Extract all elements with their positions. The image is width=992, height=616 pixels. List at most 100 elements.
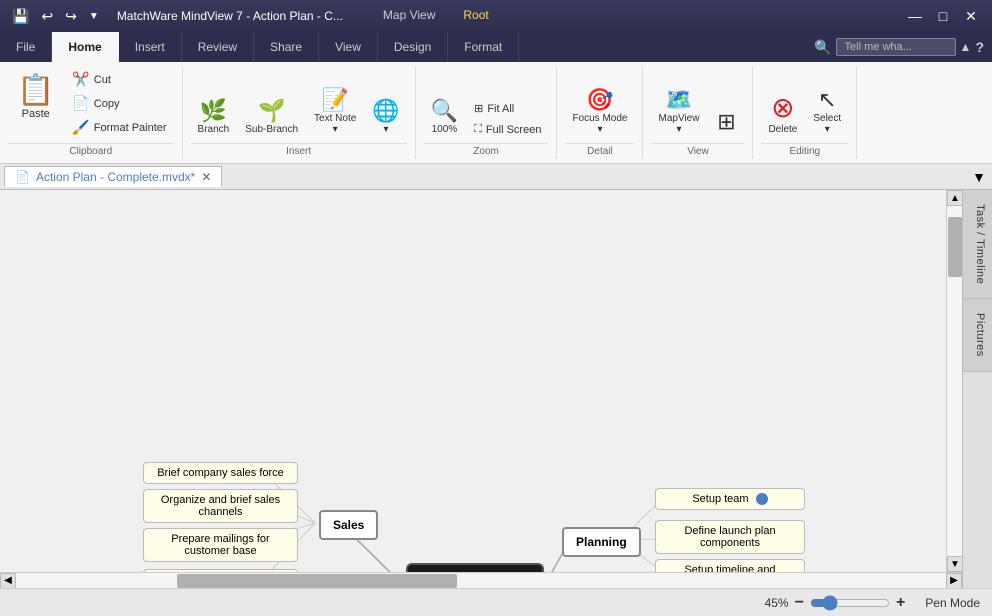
- tab-format[interactable]: Format: [448, 32, 519, 62]
- window-controls: — □ ✕: [902, 5, 984, 27]
- format-painter-icon: 🖌️: [72, 119, 89, 136]
- clipboard-buttons: 📋 Paste ✂️ Cut 📄 Copy 🖌️: [8, 68, 174, 139]
- minimize-button[interactable]: —: [902, 5, 928, 27]
- save-button[interactable]: 💾: [8, 6, 33, 27]
- zoom-minus-button[interactable]: −: [795, 594, 804, 612]
- scroll-thumb[interactable]: [948, 217, 962, 277]
- ribbon-expand-icon[interactable]: ▲: [960, 40, 972, 54]
- leaf-sales-2[interactable]: Organize and brief saleschannels: [143, 489, 298, 523]
- right-sidebar: Task / Timeline Pictures: [962, 190, 992, 588]
- tab-insert[interactable]: Insert: [119, 32, 182, 62]
- view-items: 🗺️ MapView▾ ⊞: [651, 68, 744, 139]
- status-bar: 45% − + Pen Mode: [0, 588, 992, 616]
- fit-all-button[interactable]: ⊞ Fit All: [467, 99, 548, 118]
- clipboard-group: 📋 Paste ✂️ Cut 📄 Copy 🖌️: [0, 66, 183, 159]
- doc-close-button[interactable]: ✕: [201, 170, 211, 184]
- close-button[interactable]: ✕: [958, 5, 984, 27]
- detail-items: 🎯 Focus Mode▾: [565, 68, 634, 139]
- focus-icon: 🎯: [586, 89, 613, 111]
- ribbon-search-input[interactable]: [836, 38, 956, 56]
- leaf-sales-4[interactable]: Organize online sales: [143, 569, 298, 572]
- editing-group: ⊗ Delete ↖ Select▾ Editing: [753, 66, 857, 159]
- full-screen-button[interactable]: ⛶ Full Screen: [467, 120, 548, 139]
- leaf-planning-1[interactable]: Setup team: [655, 488, 805, 510]
- sales-branch[interactable]: Sales: [319, 510, 378, 540]
- ribbon-help-icon[interactable]: ?: [975, 39, 984, 55]
- tab-review[interactable]: Review: [182, 32, 254, 62]
- cut-button[interactable]: ✂️ Cut: [65, 68, 173, 91]
- scroll-left-button[interactable]: ◀: [0, 573, 16, 589]
- ribbon: File Home Insert Review Share View Desig…: [0, 32, 992, 164]
- zoom-group: 🔍 100% ⊞ Fit All ⛶ Full Screen Zoom: [416, 66, 558, 159]
- mapview-tab[interactable]: Map View: [369, 2, 449, 30]
- root-tab[interactable]: Root: [449, 2, 502, 30]
- text-note-button[interactable]: 📝 Text Note▾: [307, 85, 363, 139]
- ribbon-tab-bar: File Home Insert Review Share View Desig…: [0, 32, 992, 62]
- title-bar: 💾 ↩ ↪ ▼ MatchWare MindView 7 - Action Pl…: [0, 0, 992, 32]
- redo-button[interactable]: ↪: [61, 6, 81, 27]
- view-extra-button[interactable]: ⊞: [708, 107, 744, 139]
- sub-branch-button[interactable]: 🌱 Sub-Branch: [238, 96, 305, 139]
- tab-design[interactable]: Design: [378, 32, 448, 62]
- branch-icon: 🌿: [200, 100, 227, 122]
- title-tabs: Map View Root: [369, 2, 503, 30]
- tab-view[interactable]: View: [319, 32, 378, 62]
- paste-button[interactable]: 📋 Paste: [8, 68, 63, 125]
- doc-icon: 📄: [15, 170, 30, 184]
- focus-mode-button[interactable]: 🎯 Focus Mode▾: [565, 85, 634, 139]
- leaf-planning-3[interactable]: Setup timeline androadmap: [655, 559, 805, 572]
- zoom-plus-button[interactable]: +: [896, 594, 905, 612]
- tab-home[interactable]: Home: [52, 32, 118, 62]
- branch-button[interactable]: 🌿 Branch: [191, 96, 237, 139]
- center-node[interactable]: Action Plan: [406, 563, 544, 572]
- canvas-wrapper: Action Plan Sales Brief company sales fo…: [0, 190, 962, 588]
- select-button[interactable]: ↖ Select▾: [806, 83, 848, 139]
- mapview-button[interactable]: 🗺️ MapView▾: [651, 85, 706, 139]
- format-painter-button[interactable]: 🖌️ Format Painter: [65, 116, 173, 139]
- undo-button[interactable]: ↩: [37, 6, 57, 27]
- task-timeline-tab[interactable]: Task / Timeline: [963, 190, 992, 299]
- sub-branch-icon: 🌱: [258, 100, 285, 122]
- cut-icon: ✂️: [72, 71, 89, 88]
- vertical-scrollbar[interactable]: ▲ ▼: [946, 190, 962, 572]
- zoom-icon: 🔍: [431, 100, 458, 122]
- text-note-icon: 📝: [321, 89, 348, 111]
- delete-button[interactable]: ⊗ Delete: [761, 87, 804, 139]
- scroll-up-button[interactable]: ▲: [947, 190, 962, 206]
- pen-mode-label: Pen Mode: [925, 596, 980, 610]
- insert-dropdown-button[interactable]: 🌐 ▾: [365, 96, 406, 139]
- insert-group: 🌿 Branch 🌱 Sub-Branch 📝 Text Note▾ 🌐 ▾ I…: [183, 66, 416, 159]
- detail-label: Detail: [565, 143, 634, 157]
- leaf-sales-1[interactable]: Brief company sales force: [143, 462, 298, 484]
- detail-group: 🎯 Focus Mode▾ Detail: [557, 66, 643, 159]
- view-group: 🗺️ MapView▾ ⊞ View: [643, 66, 753, 159]
- scroll-right-button[interactable]: ▶: [946, 573, 962, 589]
- scroll-down-button[interactable]: ▼: [947, 556, 962, 572]
- search-icon: 🔍: [814, 39, 831, 56]
- document-tab[interactable]: 📄 Action Plan - Complete.mvdx* ✕: [4, 166, 222, 187]
- fit-all-icon: ⊞: [474, 102, 483, 115]
- horizontal-scrollbar[interactable]: ◀ ▶: [0, 572, 962, 588]
- tab-file[interactable]: File: [0, 32, 52, 62]
- doc-bar-dropdown[interactable]: ▼: [966, 167, 992, 187]
- quick-access-dropdown[interactable]: ▼: [85, 9, 103, 24]
- pictures-tab[interactable]: Pictures: [963, 299, 992, 372]
- zoom-level-button[interactable]: 🔍 100%: [424, 96, 465, 139]
- zoom-slider[interactable]: [810, 595, 890, 611]
- quick-access-toolbar: 💾 ↩ ↪ ▼: [8, 6, 103, 27]
- hscroll-thumb[interactable]: [177, 574, 457, 588]
- copy-button[interactable]: 📄 Copy: [65, 92, 173, 115]
- maximize-button[interactable]: □: [930, 5, 956, 27]
- leaf-sales-3[interactable]: Prepare mailings forcustomer base: [143, 528, 298, 562]
- full-screen-icon: ⛶: [474, 123, 482, 136]
- zoom-control: 45% − +: [765, 594, 906, 612]
- leaf-planning-2[interactable]: Define launch plancomponents: [655, 520, 805, 554]
- zoom-items: 🔍 100% ⊞ Fit All ⛶ Full Screen: [424, 68, 549, 139]
- paste-icon: 📋: [17, 73, 54, 108]
- setup-icon: [756, 493, 768, 505]
- doc-bar: 📄 Action Plan - Complete.mvdx* ✕ ▼: [0, 164, 992, 190]
- canvas[interactable]: Action Plan Sales Brief company sales fo…: [0, 190, 962, 572]
- planning-branch[interactable]: Planning: [562, 527, 641, 557]
- tab-share[interactable]: Share: [254, 32, 319, 62]
- clipboard-small-buttons: ✂️ Cut 📄 Copy 🖌️ Format Painter: [65, 68, 173, 139]
